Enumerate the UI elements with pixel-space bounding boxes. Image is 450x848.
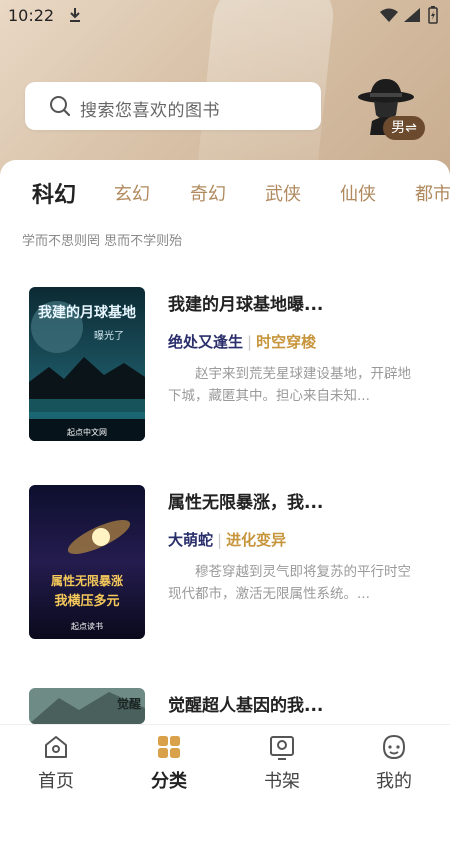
book-cover[interactable]: 属性无限暴涨 我横压多元 起点读书 — [29, 485, 145, 639]
search-input[interactable]: 搜索您喜欢的图书 — [25, 82, 321, 130]
download-icon — [70, 8, 80, 22]
book-description: 赵宇来到荒芜星球建设基地，开辟地下城，藏匿其中。担心来自未知... — [168, 366, 411, 404]
cover-publisher: 起点读书 — [71, 621, 103, 631]
cover-title-line1: 我建的月球基地 — [38, 304, 136, 321]
battery-icon — [428, 6, 438, 24]
bookshelf-icon — [270, 736, 294, 760]
book-meta: 绝处又逢生 | 时空穿梭 — [168, 331, 316, 352]
nav-bookshelf[interactable]: 书架 — [242, 733, 322, 793]
status-bar: 10:22 — [0, 0, 450, 30]
nav-label: 首页 — [38, 771, 74, 792]
book-genre[interactable]: 时空穿梭 — [256, 333, 316, 351]
header-banner: 10:22 搜索您喜欢的图书 男⇌ — [0, 0, 450, 175]
book-item[interactable]: 我建的月球基地 曝光了 起点中文网 我建的月球基地曝... 绝处又逢生 | 时空穿梭… — [0, 287, 450, 447]
home-icon — [45, 736, 67, 758]
meta-separator: | — [217, 531, 223, 549]
book-author[interactable]: 大萌蛇 — [168, 531, 213, 549]
tab-wuxia[interactable]: 武侠 — [265, 180, 301, 206]
category-icon — [158, 736, 180, 758]
cover-title-line1: 觉醒 — [117, 696, 141, 711]
book-title[interactable]: 我建的月球基地曝... — [168, 290, 323, 315]
tab-xianxia[interactable]: 仙侠 — [340, 180, 376, 206]
nav-label: 书架 — [264, 771, 300, 792]
book-genre[interactable]: 进化变异 — [226, 531, 286, 549]
search-icon — [50, 96, 71, 117]
search-placeholder: 搜索您喜欢的图书 — [80, 101, 220, 121]
tab-scifi[interactable]: 科幻 — [32, 177, 76, 209]
tab-xuanhuan[interactable]: 玄幻 — [114, 180, 150, 206]
book-cover[interactable]: 觉醒 — [29, 688, 145, 724]
nav-home[interactable]: 首页 — [16, 733, 96, 793]
nav-category[interactable]: 分类 — [129, 733, 209, 793]
signal-icon — [404, 8, 420, 22]
meta-separator: | — [247, 333, 253, 351]
cover-title-line2: 曝光了 — [94, 329, 124, 342]
nav-profile[interactable]: 我的 — [354, 733, 434, 793]
tab-urban[interactable]: 都市 — [415, 180, 450, 206]
book-cover[interactable]: 我建的月球基地 曝光了 起点中文网 — [29, 287, 145, 441]
nav-label: 分类 — [151, 771, 187, 792]
bottom-navigation: 首页 分类 书架 我的 — [0, 724, 450, 801]
wifi-icon — [380, 8, 398, 22]
book-title[interactable]: 觉醒超人基因的我... — [168, 691, 323, 716]
status-time: 10:22 — [8, 6, 55, 25]
book-author[interactable]: 绝处又逢生 — [168, 333, 243, 351]
nav-label: 我的 — [376, 771, 412, 792]
book-item[interactable]: 属性无限暴涨 我横压多元 起点读书 属性无限暴涨，我... 大萌蛇 | 进化变异 穆… — [0, 485, 450, 645]
cover-title-line1: 属性无限暴涨 — [51, 573, 123, 588]
book-meta: 大萌蛇 | 进化变异 — [168, 529, 286, 550]
book-title[interactable]: 属性无限暴涨，我... — [168, 488, 323, 513]
cover-publisher: 起点中文网 — [67, 427, 107, 437]
profile-icon — [382, 734, 406, 760]
quote-text: 学而不思则罔 思而不学则殆 — [22, 234, 183, 249]
gender-toggle-badge[interactable]: 男⇌ — [383, 116, 425, 140]
cover-title-line2: 我横压多元 — [54, 593, 119, 609]
tab-fantasy[interactable]: 奇幻 — [190, 180, 226, 206]
book-description: 穆苍穿越到灵气即将复苏的平行时空现代都市，激活无限属性系统。... — [168, 564, 411, 602]
category-tabs: 科幻 玄幻 奇幻 武侠 仙侠 都市 — [0, 160, 450, 220]
